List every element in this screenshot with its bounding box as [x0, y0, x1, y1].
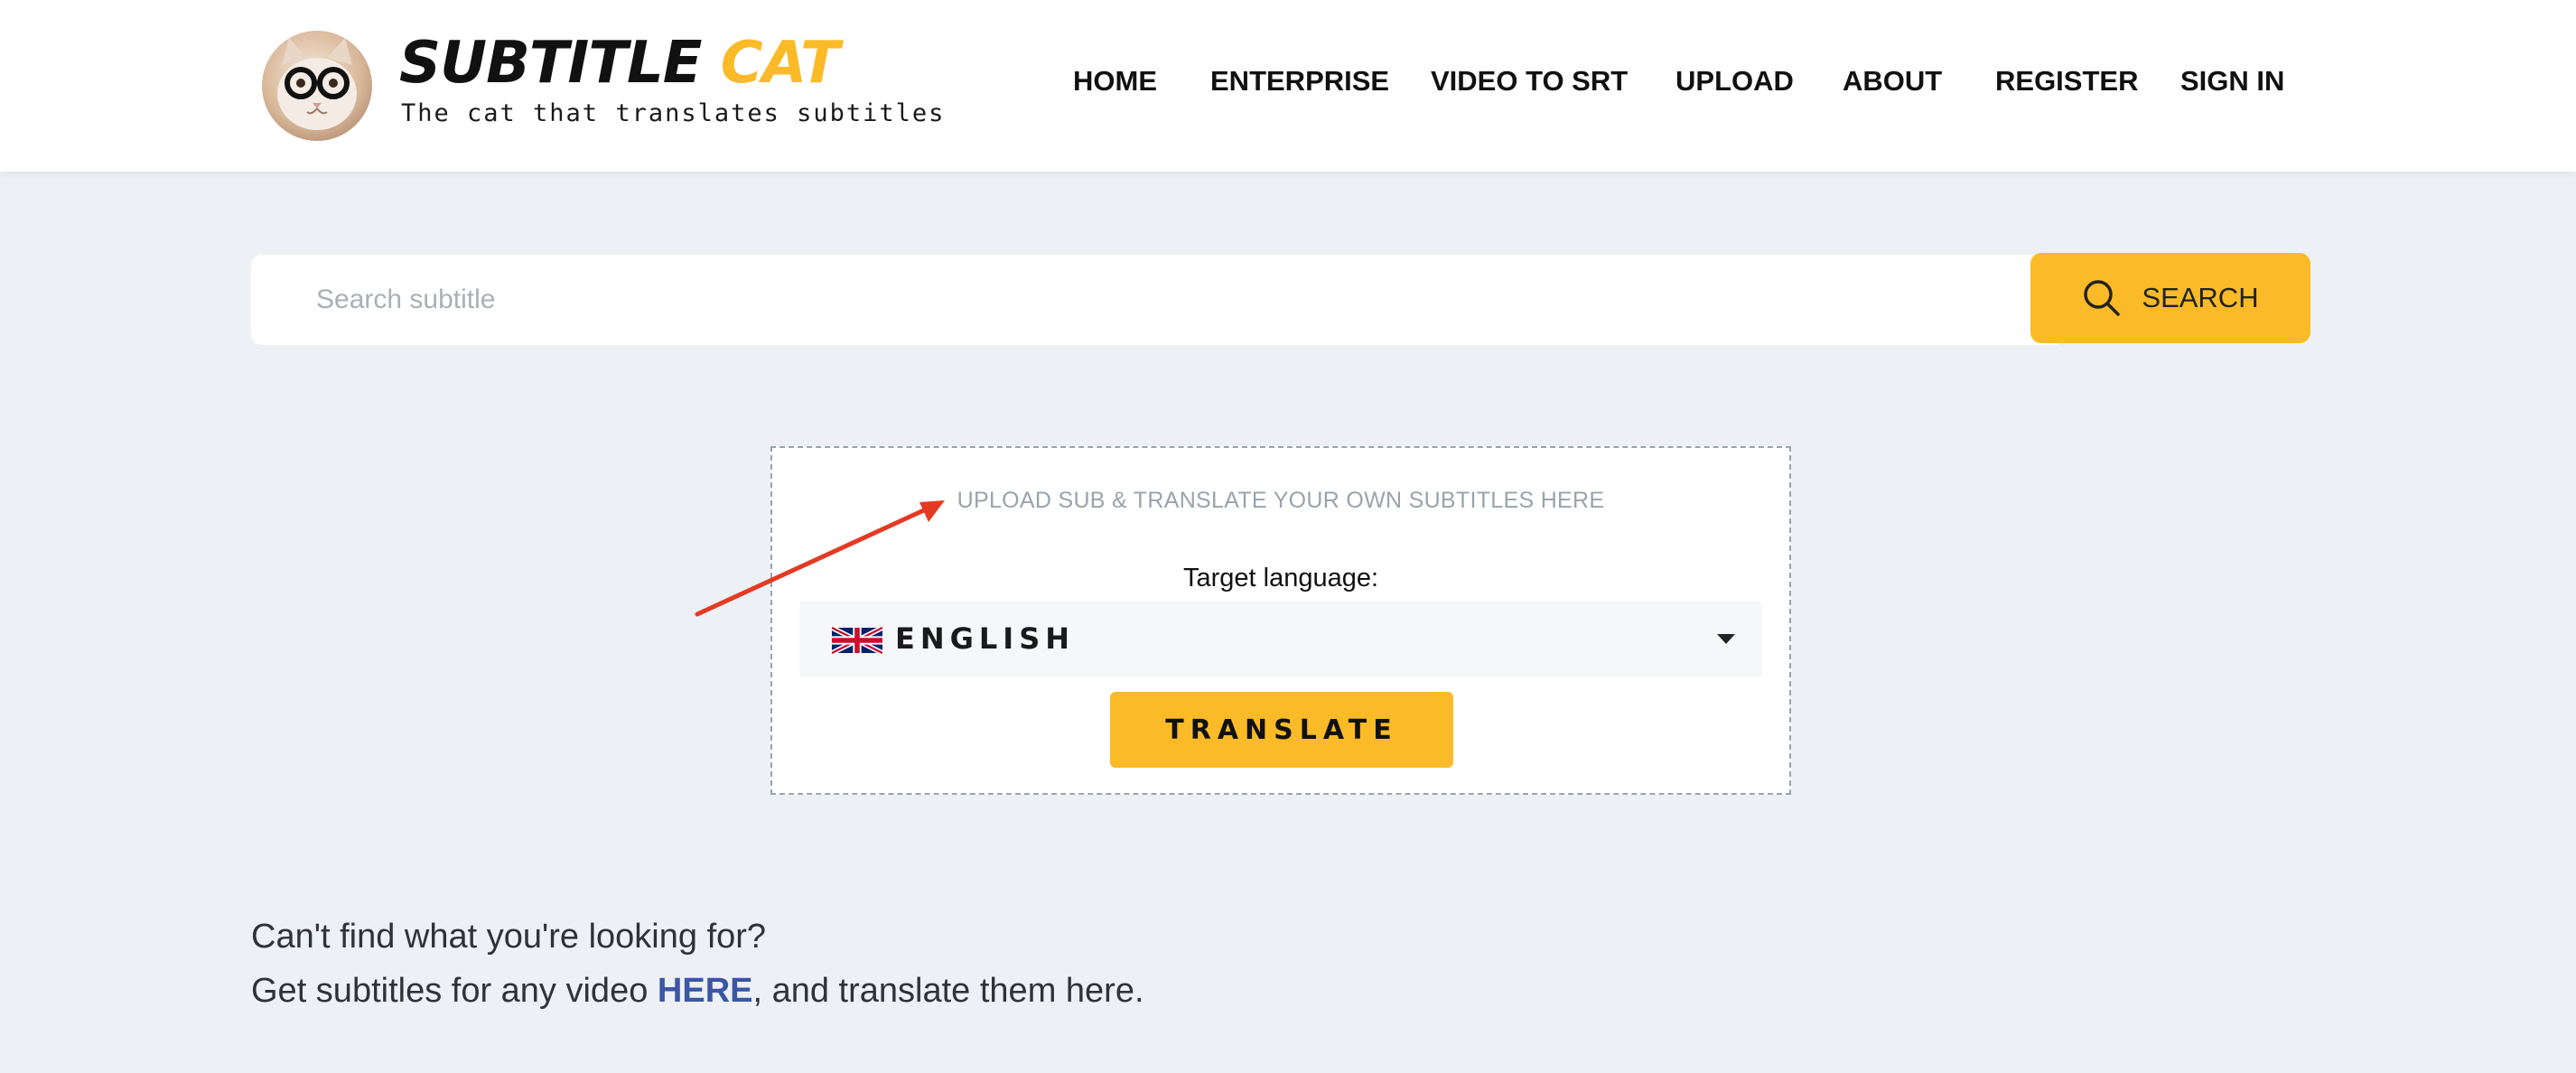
- site-header: SUBTITLE CAT The cat that translates sub…: [0, 0, 2576, 172]
- nav-sign-in[interactable]: SIGN IN: [2180, 65, 2284, 98]
- search-button[interactable]: SEARCH: [2030, 253, 2310, 343]
- site-tagline: The cat that translates subtitles: [401, 99, 946, 127]
- search-button-label: SEARCH: [2142, 282, 2259, 313]
- nav-about[interactable]: ABOUT: [1843, 65, 1942, 98]
- selected-language: ENGLISH: [895, 621, 1076, 656]
- logo-title-part2: CAT: [720, 30, 840, 97]
- nav-upload[interactable]: UPLOAD: [1675, 65, 1794, 98]
- translate-button[interactable]: TRANSLATE: [1110, 692, 1453, 768]
- help-text-before: Get subtitles for any video: [251, 972, 658, 1010]
- chevron-down-icon: [1717, 634, 1735, 644]
- cat-logo-icon[interactable]: [262, 31, 372, 141]
- nav-home[interactable]: HOME: [1073, 65, 1157, 98]
- logo-title-part1: SUBTITLE: [399, 30, 702, 97]
- search-bar: [251, 255, 2058, 345]
- help-text-line1: Can't find what you're looking for?: [251, 918, 767, 956]
- search-icon: [2084, 280, 2121, 316]
- search-input[interactable]: [316, 255, 2032, 345]
- annotation-arrow-icon: [695, 500, 945, 617]
- nav-register[interactable]: REGISTER: [1995, 65, 2138, 98]
- nav-enterprise[interactable]: ENTERPRISE: [1210, 65, 1389, 98]
- uk-flag-icon: [832, 627, 882, 654]
- get-subtitles-link[interactable]: HERE: [658, 972, 753, 1010]
- site-logo-title[interactable]: SUBTITLE CAT: [399, 30, 840, 97]
- help-text-after: , and translate them here.: [752, 972, 1144, 1010]
- help-text-line2: Get subtitles for any video HERE, and tr…: [251, 972, 1144, 1011]
- nav-video-to-srt[interactable]: VIDEO TO SRT: [1431, 65, 1628, 98]
